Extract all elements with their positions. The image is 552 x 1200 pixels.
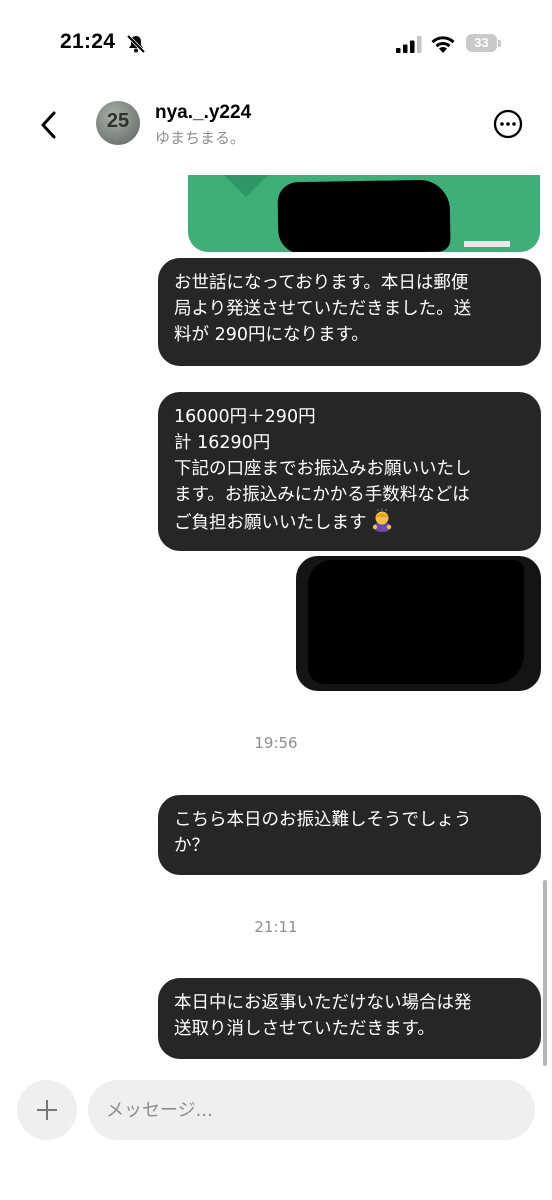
message-bubble[interactable]: こちら本日のお振込難しそうでしょう か？	[158, 795, 541, 875]
message-line: こちら本日のお振込難しそうでしょう	[174, 810, 472, 830]
message-line: ます。お振込みにかかる手数料などは	[174, 485, 470, 505]
timestamp: 21:11	[254, 918, 298, 936]
message-bubble[interactable]: お世話になっております。本日は郵便 局より発送させていただきました。送 料が 2…	[158, 258, 541, 366]
avatar-text: 25	[106, 110, 130, 132]
message-line-with-emoji: ご負担お願いいたします	[174, 508, 525, 536]
scrollbar[interactable]	[543, 880, 547, 1066]
chat-username[interactable]: nya._.y224	[155, 102, 251, 124]
signal-icon	[396, 36, 422, 53]
redaction-mark	[308, 560, 524, 684]
image-shape	[464, 241, 510, 247]
battery-level: 33	[474, 35, 489, 50]
wifi-icon	[431, 36, 455, 53]
status-bar: 21:24 33	[0, 0, 552, 90]
message-bubble[interactable]: 本日中にお返事いただけない場合は発 送取り消しさせていただきます。	[158, 978, 541, 1059]
message-line: 計 16290円	[174, 433, 271, 453]
plus-icon[interactable]	[17, 1080, 77, 1140]
message-line: か？	[174, 836, 209, 856]
bell-slash-icon	[126, 34, 146, 54]
status-time: 21:24	[60, 30, 116, 53]
message-line: 16000円＋290円	[174, 407, 316, 427]
message-line: 送取り消しさせていただきます。	[174, 1019, 435, 1039]
timestamp: 19:56	[254, 734, 298, 752]
chat-subtitle: ゆまちまる。	[155, 129, 246, 147]
message-input[interactable]	[88, 1080, 535, 1140]
avatar[interactable]: 25	[96, 101, 140, 145]
back-icon[interactable]	[36, 108, 64, 142]
battery-icon: 33	[466, 34, 502, 54]
message-line: 下記の口座までお振込みお願いいたし	[174, 459, 472, 479]
bowing-person-emoji	[372, 508, 391, 532]
image-shape	[224, 175, 268, 197]
message-bubble[interactable]: 16000円＋290円 計 16290円 下記の口座までお振込みお願いいたし ま…	[158, 392, 541, 551]
redaction-mark	[277, 179, 451, 252]
message-line: 料が 290円になります。	[174, 325, 369, 345]
shared-image-top[interactable]	[188, 175, 540, 252]
shared-image-redacted[interactable]	[296, 556, 541, 691]
more-icon[interactable]	[493, 109, 523, 139]
message-text: ご負担お願いいたします	[174, 513, 367, 533]
message-line: お世話になっております。本日は郵便	[174, 273, 469, 293]
message-line: 局より発送させていただきました。送	[174, 299, 472, 319]
message-line: 本日中にお返事いただけない場合は発	[174, 993, 472, 1013]
